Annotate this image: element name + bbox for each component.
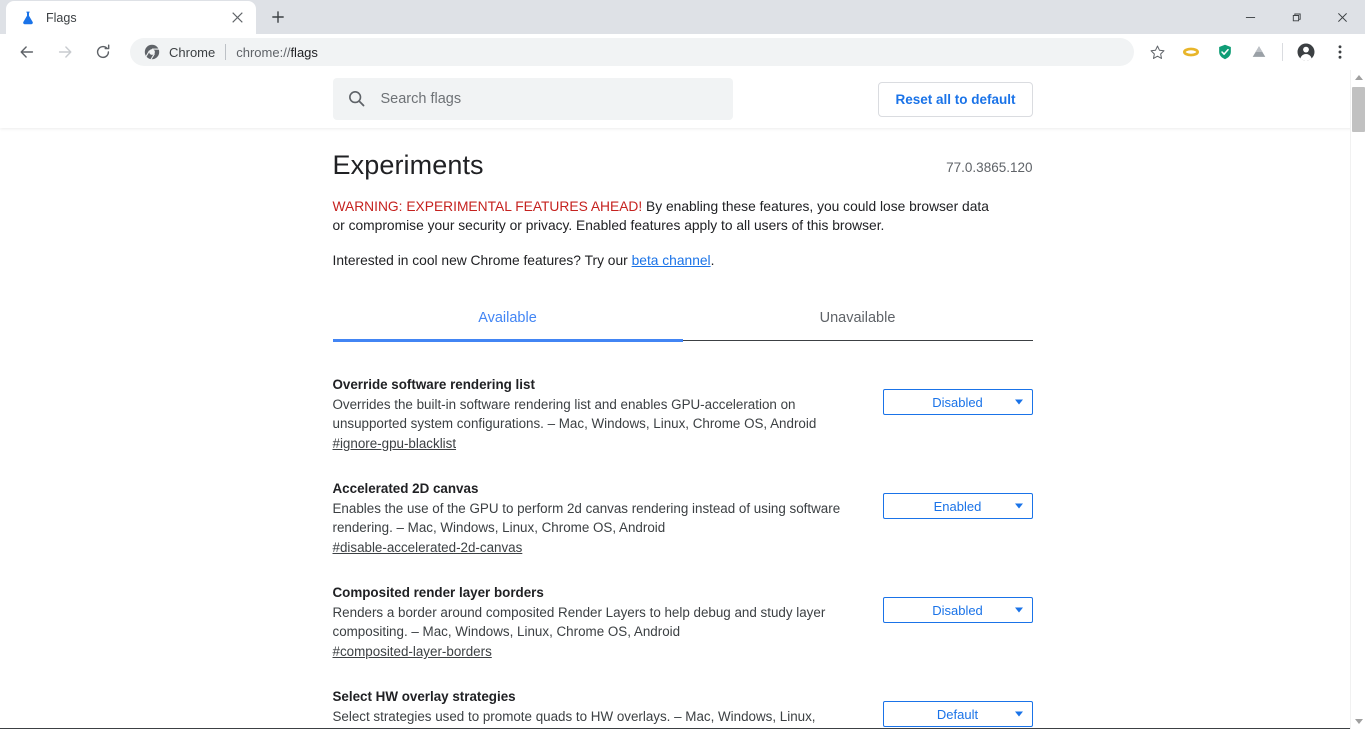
beta-channel-line: Interested in cool new Chrome features? … [333, 253, 1033, 268]
shield-extension-icon[interactable] [1211, 38, 1239, 66]
omnibox-url: chrome://flags [236, 45, 318, 60]
tab-unavailable[interactable]: Unavailable [683, 298, 1033, 340]
experimental-warning: WARNING: EXPERIMENTAL FEATURES AHEAD! By… [333, 197, 1003, 235]
omnibox-separator [225, 44, 226, 60]
page-title: Experiments [333, 150, 484, 181]
flags-list: Override software rendering list Overrid… [333, 341, 1033, 729]
browser-tab-flags[interactable]: Flags [6, 1, 256, 34]
profile-avatar-icon[interactable] [1292, 38, 1320, 66]
flask-icon [20, 10, 36, 26]
flag-permalink[interactable]: #disable-accelerated-2d-canvas [333, 540, 523, 555]
new-tab-button[interactable] [264, 3, 292, 31]
warning-headline: WARNING: EXPERIMENTAL FEATURES AHEAD! [333, 199, 643, 214]
flag-select-wrap: Disabled [883, 377, 1033, 415]
flag-select-wrap: Enabled [883, 481, 1033, 519]
flag-description: Select strategies used to promote quads … [333, 708, 858, 729]
flag-info: Override software rendering list Overrid… [333, 377, 878, 453]
beta-prefix: Interested in cool new Chrome features? … [333, 253, 632, 268]
scroll-down-arrow[interactable] [1351, 714, 1365, 729]
search-flags-box[interactable] [333, 78, 733, 120]
maximize-button[interactable] [1273, 0, 1319, 34]
flag-state-value: Disabled [932, 603, 983, 618]
beta-suffix: . [711, 253, 715, 268]
scroll-up-arrow[interactable] [1351, 70, 1365, 85]
flags-content: Experiments 77.0.3865.120 WARNING: EXPER… [333, 128, 1033, 729]
flag-select-wrap: Default [883, 689, 1033, 727]
beta-channel-link[interactable]: beta channel [632, 253, 711, 268]
forward-icon [50, 37, 80, 67]
flag-description: Enables the use of the GPU to perform 2d… [333, 500, 858, 537]
flag-permalink[interactable]: #composited-layer-borders [333, 644, 492, 659]
reset-all-to-default-button[interactable]: Reset all to default [878, 82, 1032, 117]
flag-state-select[interactable]: Default [883, 701, 1033, 727]
back-icon[interactable] [12, 37, 42, 67]
tab-available[interactable]: Available [333, 298, 683, 340]
chevron-down-icon [1015, 400, 1023, 405]
flag-info: Accelerated 2D canvas Enables the use of… [333, 481, 878, 557]
url-suffix: flags [290, 45, 317, 60]
flag-row: Composited render layer borders Renders … [333, 567, 1033, 671]
chrome-logo-icon [144, 44, 160, 60]
flag-description: Overrides the built-in software renderin… [333, 396, 858, 433]
chevron-down-icon [1015, 712, 1023, 717]
close-button[interactable] [1319, 0, 1365, 34]
scrollbar-thumb[interactable] [1352, 87, 1365, 132]
bookmark-star-icon[interactable] [1143, 38, 1171, 66]
minimize-button[interactable] [1227, 0, 1273, 34]
flag-row: Accelerated 2D canvas Enables the use of… [333, 463, 1033, 567]
url-prefix: chrome:// [236, 45, 290, 60]
title-row: Experiments 77.0.3865.120 [333, 150, 1033, 181]
flag-info: Composited render layer borders Renders … [333, 585, 878, 661]
close-tab-icon[interactable] [228, 9, 246, 27]
flag-row: Select HW overlay strategies Select stra… [333, 671, 1033, 729]
flag-name: Accelerated 2D canvas [333, 481, 878, 496]
flag-name: Composited render layer borders [333, 585, 878, 600]
search-input[interactable] [381, 91, 711, 107]
browser-window: Flags [0, 0, 1365, 729]
page-viewport: Reset all to default Experiments 77.0.38… [0, 70, 1365, 729]
toolbar-divider [1282, 43, 1283, 61]
chrome-menu-icon[interactable] [1326, 38, 1354, 66]
window-controls [1227, 0, 1365, 34]
tab-title: Flags [46, 11, 228, 25]
chrome-version-label: 77.0.3865.120 [946, 160, 1032, 175]
flag-state-value: Enabled [934, 499, 982, 514]
flag-description: Renders a border around composited Rende… [333, 604, 858, 641]
chevron-down-icon [1015, 608, 1023, 613]
flag-name: Select HW overlay strategies [333, 689, 878, 704]
flag-name: Override software rendering list [333, 377, 878, 392]
flags-tabs: Available Unavailable [333, 298, 1033, 341]
flags-header-bar: Reset all to default [0, 70, 1365, 128]
omnibox-scheme-label: Chrome [169, 45, 215, 60]
browser-toolbar: Chrome chrome://flags [0, 34, 1365, 70]
flag-state-select[interactable]: Disabled [883, 389, 1033, 415]
extension-ring-icon[interactable] [1177, 38, 1205, 66]
search-icon [347, 89, 367, 109]
flag-state-select[interactable]: Disabled [883, 597, 1033, 623]
vertical-scrollbar[interactable] [1350, 70, 1365, 729]
google-drive-icon[interactable] [1245, 38, 1273, 66]
flag-info: Select HW overlay strategies Select stra… [333, 689, 878, 729]
chevron-down-icon [1015, 504, 1023, 509]
flag-state-value: Disabled [932, 395, 983, 410]
flag-select-wrap: Disabled [883, 585, 1033, 623]
tab-strip: Flags [0, 0, 1365, 34]
flag-permalink[interactable]: #ignore-gpu-blacklist [333, 436, 457, 451]
reload-icon[interactable] [88, 37, 118, 67]
address-bar[interactable]: Chrome chrome://flags [130, 38, 1134, 66]
flag-state-select[interactable]: Enabled [883, 493, 1033, 519]
flag-row: Override software rendering list Overrid… [333, 359, 1033, 463]
flag-state-value: Default [937, 707, 978, 722]
